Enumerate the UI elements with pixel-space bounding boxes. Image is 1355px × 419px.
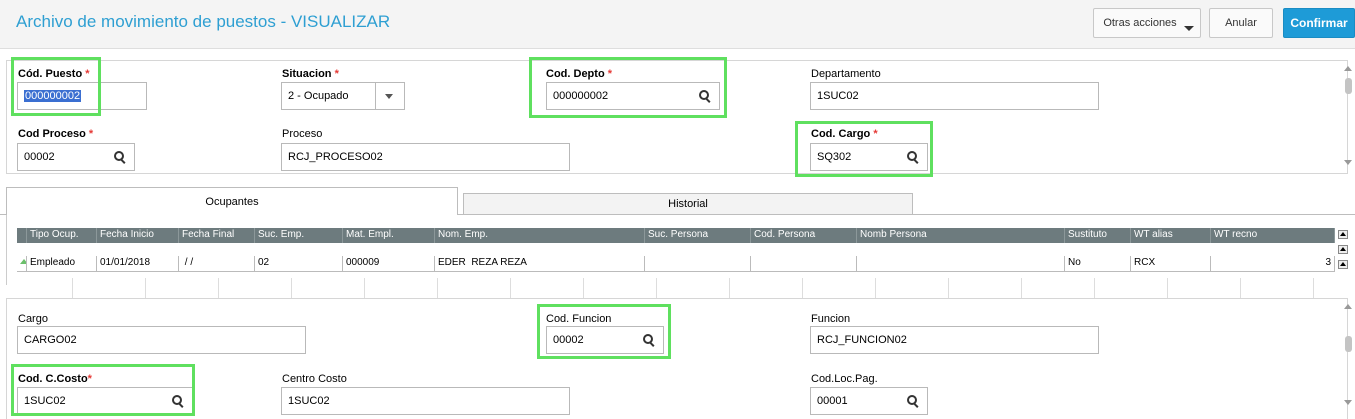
grid-header: Tipo Ocup. Fecha Inicio Fecha Final Suc.…: [17, 228, 1335, 243]
scroll-up-icon[interactable]: [1338, 260, 1348, 269]
row-indicator-icon: [17, 256, 27, 271]
cod-puesto-label: Cód. Puesto *: [18, 68, 90, 80]
otras-acciones-label: Otras acciones: [1103, 17, 1177, 29]
search-icon[interactable]: [699, 90, 709, 100]
cod-funcion-field[interactable]: 00002: [546, 326, 664, 354]
scroll-up-icon[interactable]: [1344, 304, 1352, 309]
cell-fecha-final: / /: [179, 256, 255, 271]
funcion-value: RCJ_FUNCION02: [817, 334, 907, 346]
cod-depto-label: Cod. Depto *: [546, 68, 613, 80]
scroll-down-icon[interactable]: [1344, 160, 1352, 165]
tab-historial[interactable]: Historial: [463, 193, 913, 215]
centro-costo-field[interactable]: 1SUC02: [281, 387, 570, 415]
cell-sustituto: No: [1065, 256, 1131, 271]
cod-proceso-value: 00002: [24, 151, 55, 163]
departamento-field[interactable]: 1SUC02: [810, 82, 1099, 110]
cod-ccosto-label: Cod. C.Costo*: [18, 373, 92, 385]
grid-col-wt-alias[interactable]: WT alias: [1131, 228, 1211, 243]
grid-container: [6, 215, 1351, 285]
bottom-form-scrollbar[interactable]: [1342, 300, 1354, 412]
cod-depto-value: 000000002: [553, 90, 609, 102]
confirmar-button[interactable]: Confirmar: [1283, 8, 1355, 38]
grid-col-nom-emp[interactable]: Nom. Emp.: [435, 228, 645, 243]
cell-fecha-inicio: 01/01/2018: [97, 256, 179, 271]
grid-col-mat-empl[interactable]: Mat. Empl.: [343, 228, 435, 243]
cell-wt-recno: 3: [1211, 256, 1335, 271]
grid-col-fecha-inicio[interactable]: Fecha Inicio: [97, 228, 179, 243]
situacion-label: Situacion *: [282, 68, 339, 80]
proceso-value: RCJ_PROCESO02: [288, 151, 383, 163]
scroll-thumb[interactable]: [1345, 336, 1352, 352]
cell-wt-alias: RCX: [1131, 256, 1211, 271]
scroll-up-icon[interactable]: [1344, 66, 1352, 71]
centro-costo-value: 1SUC02: [288, 395, 330, 407]
cod-puesto-field[interactable]: 000000002: [17, 82, 147, 110]
cod-funcion-label: Cod. Funcion: [546, 313, 612, 325]
bottom-form-panel: [6, 298, 1348, 419]
cod-funcion-value: 00002: [553, 334, 584, 346]
search-icon[interactable]: [907, 395, 917, 405]
anular-button[interactable]: Anular: [1209, 8, 1273, 38]
table-row[interactable]: Empleado 01/01/2018 / / 02 000009 EDER R…: [17, 256, 1335, 272]
scroll-page-up-icon[interactable]: [1338, 245, 1348, 254]
funcion-label: Funcion: [811, 313, 851, 325]
search-icon[interactable]: [114, 151, 124, 161]
chevron-down-icon: [1184, 26, 1194, 31]
top-form-panel: [6, 60, 1348, 174]
search-icon[interactable]: [643, 334, 653, 344]
search-icon[interactable]: [172, 395, 182, 405]
cell-nomb-persona: [857, 256, 1065, 271]
grid-col-suc-persona[interactable]: Suc. Persona: [645, 228, 751, 243]
page-title: Archivo de movimiento de puestos - VISUA…: [16, 12, 391, 31]
scroll-top-icon[interactable]: [1338, 230, 1348, 239]
grid-col-nomb-persona[interactable]: Nomb Persona: [857, 228, 1065, 243]
cell-tipo-ocup: Empleado: [27, 256, 97, 271]
cod-puesto-value: 000000002: [24, 90, 82, 102]
cod-depto-field[interactable]: 000000002: [546, 82, 720, 110]
cod-cargo-field[interactable]: SQ302: [810, 143, 928, 171]
grid-separators: [0, 278, 1355, 298]
centro-costo-label: Centro Costo: [282, 373, 347, 385]
departamento-value: 1SUC02: [817, 90, 859, 102]
proceso-field[interactable]: RCJ_PROCESO02: [281, 143, 570, 171]
departamento-label: Departamento: [811, 68, 881, 80]
grid-col-fecha-final[interactable]: Fecha Final: [179, 228, 255, 243]
cod-loc-pag-label: Cod.Loc.Pag.: [811, 373, 878, 385]
cod-proceso-label: Cod Proceso *: [18, 128, 94, 140]
cod-ccosto-value: 1SUC02: [24, 395, 66, 407]
grid-col-wt-recno[interactable]: WT recno: [1211, 228, 1335, 243]
proceso-label: Proceso: [282, 128, 323, 140]
scroll-thumb[interactable]: [1345, 78, 1352, 94]
grid-col-cod-persona[interactable]: Cod. Persona: [751, 228, 857, 243]
cell-suc-emp: 02: [255, 256, 343, 271]
chevron-down-icon[interactable]: [375, 83, 404, 109]
situacion-select[interactable]: 2 - Ocupado: [281, 82, 405, 110]
cell-nom-emp: EDER REZA REZA: [435, 256, 645, 271]
cod-ccosto-field[interactable]: 1SUC02: [17, 387, 193, 415]
scroll-down-icon[interactable]: [1344, 400, 1352, 405]
otras-acciones-button[interactable]: Otras acciones: [1093, 8, 1201, 38]
cell-suc-persona: [645, 256, 751, 271]
cell-cod-persona: [751, 256, 857, 271]
cod-cargo-value: SQ302: [817, 151, 852, 163]
situacion-value: 2 - Ocupado: [288, 90, 349, 102]
grid-col-tipo-ocup[interactable]: Tipo Ocup.: [27, 228, 97, 243]
cod-loc-pag-value: 00001: [817, 395, 848, 407]
grid-col-sustituto[interactable]: Sustituto: [1065, 228, 1131, 243]
cargo-label: Cargo: [18, 313, 48, 325]
grid-col-suc-emp[interactable]: Suc. Emp.: [255, 228, 343, 243]
tab-ocupantes[interactable]: Ocupantes: [6, 187, 458, 215]
grid-header-spacer: [17, 228, 27, 243]
cod-proceso-field[interactable]: 00002: [17, 143, 135, 171]
cod-loc-pag-field[interactable]: 00001: [810, 387, 928, 415]
cell-mat-empl: 000009: [343, 256, 435, 271]
funcion-field[interactable]: RCJ_FUNCION02: [810, 326, 1099, 354]
search-icon[interactable]: [907, 151, 917, 161]
cargo-value: CARGO02: [24, 334, 77, 346]
top-form-scrollbar[interactable]: [1342, 62, 1354, 170]
cargo-field[interactable]: CARGO02: [17, 326, 306, 354]
cod-cargo-label: Cod. Cargo *: [811, 128, 878, 140]
